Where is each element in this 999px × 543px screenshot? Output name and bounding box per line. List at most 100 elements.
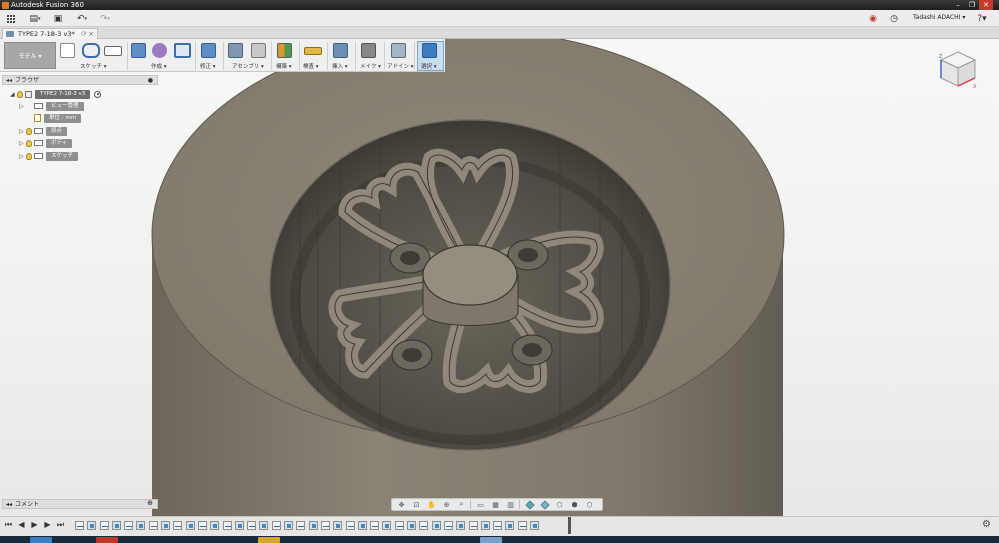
orbit-icon[interactable]: ✥ — [395, 500, 408, 509]
timeline-marker-handle[interactable] — [568, 517, 571, 534]
add-comment-icon[interactable]: ⊕ — [147, 499, 153, 508]
timeline-feature[interactable] — [99, 520, 109, 530]
node-label[interactable]: 原点 — [46, 126, 68, 136]
expand-triangle-icon[interactable]: ▷ — [19, 153, 26, 160]
visibility-bulb-icon[interactable] — [26, 152, 32, 160]
timeline-feature[interactable] — [529, 520, 539, 530]
minimize-icon[interactable]: – — [951, 0, 965, 10]
zoom-icon[interactable]: ⊕ — [440, 500, 453, 509]
node-label[interactable]: 単位 : mm — [44, 113, 82, 123]
display-settings-icon[interactable]: ▭ — [474, 500, 487, 509]
timeline-feature[interactable] — [136, 520, 146, 530]
insert-image-icon[interactable] — [333, 43, 348, 58]
timeline-feature[interactable] — [456, 520, 466, 530]
view-cube[interactable]: Z X — [935, 48, 981, 94]
inspect-menu-label[interactable]: 検査 ▾ — [303, 62, 319, 70]
new-component-icon[interactable] — [228, 43, 243, 58]
timeline-feature[interactable] — [345, 520, 355, 530]
collapse-icon[interactable]: ◂◂ — [6, 500, 12, 509]
timeline-feature[interactable] — [382, 520, 392, 530]
shaded-edges-icon[interactable] — [538, 499, 551, 510]
construct-menu-label[interactable]: 構築 ▾ — [276, 62, 292, 70]
timeline-feature[interactable] — [296, 520, 306, 530]
scripts-icon[interactable] — [391, 43, 406, 58]
timeline-feature[interactable] — [259, 520, 269, 530]
save-icon[interactable]: ▣ — [52, 12, 64, 25]
select-menu-label[interactable]: 選択 ▾ — [421, 62, 437, 70]
timeline-play-icon[interactable]: ▶ — [30, 520, 39, 529]
browser-node-origin[interactable]: ▷ 原点 — [19, 126, 68, 136]
timeline-feature[interactable] — [185, 520, 195, 530]
taskbar-app-icon[interactable] — [258, 537, 280, 543]
browser-node-sketches[interactable]: ▷ スケッチ — [19, 151, 79, 161]
timeline-feature[interactable] — [124, 520, 134, 530]
line-tool-icon[interactable] — [82, 43, 100, 58]
clock-icon[interactable]: ◷ — [889, 12, 899, 25]
timeline-step-forward-icon[interactable]: ▶ — [43, 520, 52, 529]
close-icon[interactable]: ✕ — [979, 0, 993, 10]
select-cursor-icon[interactable] — [422, 43, 437, 58]
timeline-step-back-icon[interactable]: ◀ — [17, 520, 26, 529]
workspace-switcher[interactable]: モデル ▾ — [4, 42, 56, 69]
measure-icon[interactable] — [304, 47, 322, 55]
shaded-view-icon[interactable] — [523, 499, 536, 510]
timeline-feature[interactable] — [480, 520, 490, 530]
addins-menu-label[interactable]: アドイン ▾ — [387, 62, 414, 70]
close-tab-icon[interactable]: × — [88, 29, 94, 39]
timeline-feature[interactable] — [222, 520, 232, 530]
browser-node-units[interactable]: 単位 : mm — [19, 113, 82, 123]
make-menu-label[interactable]: メイク ▾ — [360, 62, 381, 70]
model-render[interactable] — [0, 39, 999, 516]
redo-icon[interactable]: ↷ ▾ — [96, 12, 114, 25]
document-tab[interactable]: TYPE2 7-18-3 v3* ⟳ × — [2, 28, 98, 39]
timeline-feature[interactable] — [394, 520, 404, 530]
visibility-bulb-icon[interactable] — [17, 90, 23, 98]
timeline-feature[interactable] — [234, 520, 244, 530]
timeline-feature[interactable] — [75, 520, 84, 530]
timeline-feature[interactable] — [308, 520, 318, 530]
gear-icon[interactable]: ⚙ — [982, 519, 991, 530]
root-node-label[interactable]: TYPE2 7-18-3 v3 — [35, 89, 91, 99]
visibility-bulb-icon[interactable] — [26, 127, 32, 135]
press-pull-icon[interactable] — [201, 43, 216, 58]
help-icon[interactable]: ?▾ — [973, 12, 991, 25]
3d-print-icon[interactable] — [361, 43, 376, 58]
rectangle-tool-icon[interactable] — [104, 46, 122, 56]
wireframe-icon[interactable]: ⬡ — [583, 500, 596, 509]
browser-panel-header[interactable]: ◂◂ ブラウザ ● — [2, 75, 158, 85]
grid-settings-icon[interactable]: ▦ — [489, 500, 502, 509]
insert-menu-label[interactable]: 挿入 ▾ — [332, 62, 348, 70]
3d-viewport[interactable] — [0, 39, 999, 516]
grid-menu-icon[interactable] — [5, 12, 17, 25]
comments-panel-header[interactable]: ◂◂ コメント ⊕ — [2, 499, 158, 509]
timeline-feature[interactable] — [493, 520, 503, 530]
node-label[interactable]: ビュー管理 — [46, 101, 84, 111]
timeline-end-icon[interactable]: ⏭ — [56, 520, 65, 529]
browser-node-view-settings[interactable]: ▷ ビュー管理 — [19, 101, 84, 111]
visibility-bulb-icon[interactable] — [26, 139, 32, 147]
taskbar-app-icon[interactable] — [30, 537, 52, 543]
collapse-icon[interactable]: ◂◂ — [6, 76, 12, 85]
timeline-feature[interactable] — [161, 520, 171, 530]
sphere-icon[interactable] — [152, 43, 167, 58]
assemble-menu-label[interactable]: アセンブリ ▾ — [232, 62, 264, 70]
timeline-feature[interactable] — [505, 520, 515, 530]
timeline-feature[interactable] — [357, 520, 367, 530]
timeline-feature[interactable] — [333, 520, 343, 530]
sketch-menu-label[interactable]: スケッチ ▾ — [80, 62, 107, 70]
pipe-icon[interactable] — [174, 43, 191, 58]
active-radio-icon[interactable] — [94, 90, 102, 98]
timeline-feature[interactable] — [431, 520, 441, 530]
timeline-feature[interactable] — [247, 520, 257, 530]
timeline-feature[interactable] — [419, 520, 429, 530]
zoom-window-icon[interactable]: ⌕ — [455, 500, 468, 509]
joint-icon[interactable] — [251, 43, 266, 58]
timeline-feature[interactable] — [284, 520, 294, 530]
visual-style-icon[interactable]: ⬡ — [553, 500, 566, 509]
extrude-icon[interactable] — [131, 43, 146, 58]
node-label[interactable]: スケッチ — [46, 151, 79, 161]
timeline-feature[interactable] — [407, 520, 417, 530]
browser-node-bodies[interactable]: ▷ ボディ — [19, 138, 73, 148]
timeline-feature[interactable] — [443, 520, 453, 530]
timeline-feature[interactable] — [148, 520, 158, 530]
